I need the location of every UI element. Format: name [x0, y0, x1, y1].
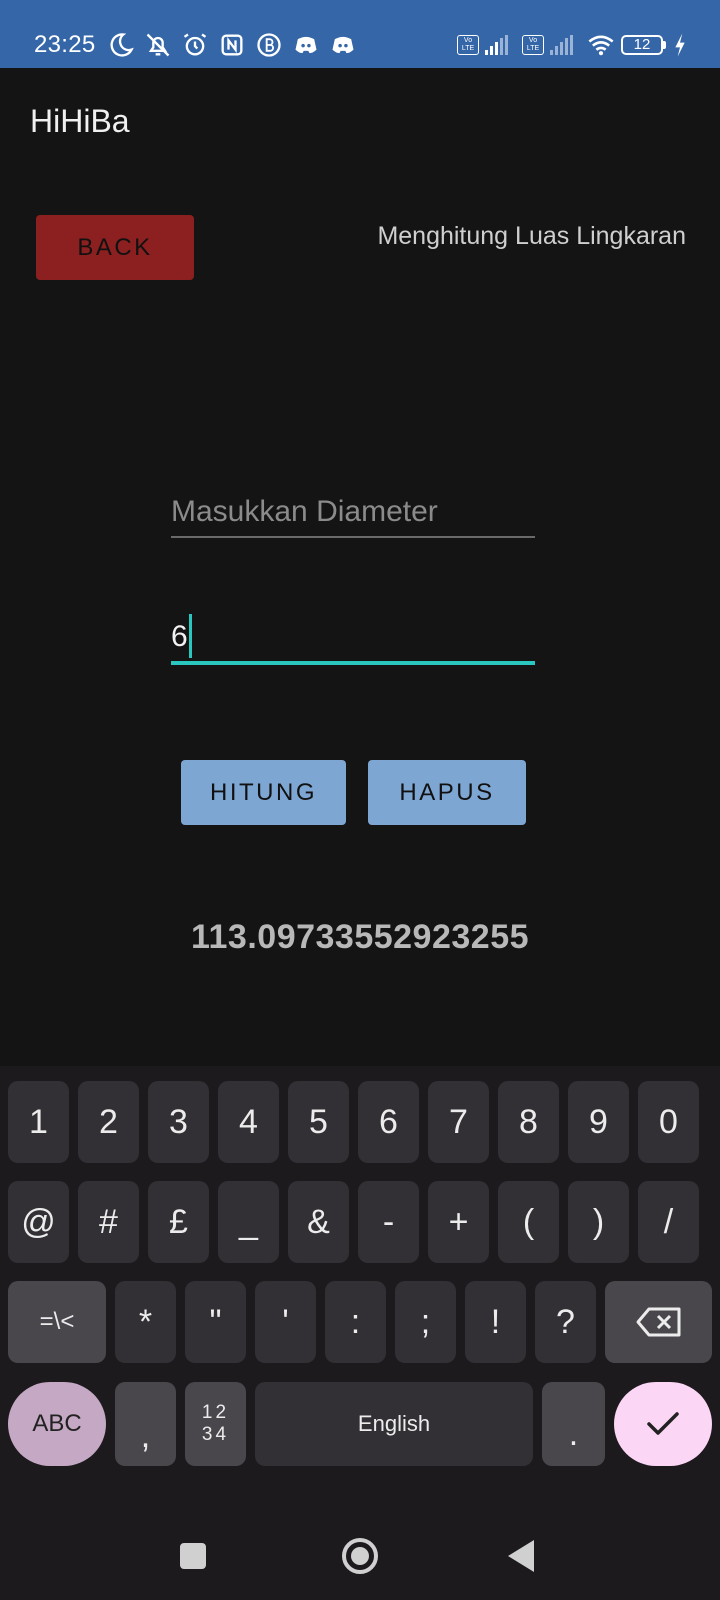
- app-title: HiHiBa: [30, 103, 130, 139]
- backspace-icon: [636, 1307, 680, 1337]
- wifi-icon: [588, 35, 614, 56]
- key-2[interactable]: 2: [78, 1081, 139, 1163]
- enter-key[interactable]: [614, 1382, 712, 1466]
- backspace-key[interactable]: [605, 1281, 712, 1363]
- status-time: 23:25: [34, 31, 96, 58]
- back-button[interactable]: BACK: [36, 215, 194, 280]
- key-4[interactable]: 4: [218, 1081, 279, 1163]
- hapus-button[interactable]: HAPUS: [368, 760, 526, 825]
- numpad-key-top: 12: [201, 1402, 230, 1423]
- key-underscore[interactable]: _: [218, 1181, 279, 1263]
- home-button[interactable]: [342, 1538, 378, 1574]
- discord-icon: [295, 36, 317, 54]
- charging-icon: [675, 33, 685, 57]
- alarm-icon: [183, 33, 207, 56]
- key-minus[interactable]: -: [358, 1181, 419, 1263]
- signal-icon: [550, 35, 573, 55]
- key-period[interactable]: .: [542, 1382, 605, 1466]
- discord-icon: [332, 36, 354, 54]
- diameter-input-value: 6: [171, 620, 188, 653]
- key-asterisk[interactable]: *: [115, 1281, 176, 1363]
- key-1[interactable]: 1: [8, 1081, 69, 1163]
- diameter-placeholder-field[interactable]: Masukkan Diameter: [171, 492, 535, 538]
- key-comma[interactable]: ,: [115, 1382, 176, 1466]
- bell-off-icon: [146, 33, 170, 57]
- key-single-quote[interactable]: ': [255, 1281, 316, 1363]
- abc-key[interactable]: ABC: [8, 1382, 106, 1466]
- page-heading: Menghitung Luas Lingkaran: [377, 222, 686, 250]
- key-open-paren[interactable]: (: [498, 1181, 559, 1263]
- key-3[interactable]: 3: [148, 1081, 209, 1163]
- text-cursor: [188, 614, 192, 658]
- key-6[interactable]: 6: [358, 1081, 419, 1163]
- key-hash[interactable]: #: [78, 1181, 139, 1263]
- key-ampersand[interactable]: &: [288, 1181, 349, 1263]
- key-9[interactable]: 9: [568, 1081, 629, 1163]
- back-nav-button[interactable]: [508, 1540, 534, 1572]
- battery-level: 12: [621, 35, 663, 55]
- volte-icon: Vo LTE: [522, 35, 544, 55]
- key-more-symbols[interactable]: =\<: [8, 1281, 106, 1363]
- notification-icons: [107, 30, 357, 60]
- diameter-placeholder: Masukkan Diameter: [171, 495, 438, 528]
- key-semicolon[interactable]: ;: [395, 1281, 456, 1363]
- check-icon: [647, 1412, 679, 1435]
- recents-button[interactable]: [180, 1543, 206, 1569]
- key-question[interactable]: ?: [535, 1281, 596, 1363]
- result-text: 113.09733552923255: [190, 918, 530, 956]
- key-8[interactable]: 8: [498, 1081, 559, 1163]
- key-at[interactable]: @: [8, 1181, 69, 1263]
- key-5[interactable]: 5: [288, 1081, 349, 1163]
- diameter-input[interactable]: 6: [171, 612, 535, 665]
- key-double-quote[interactable]: ": [185, 1281, 246, 1363]
- key-7[interactable]: 7: [428, 1081, 489, 1163]
- key-pound[interactable]: £: [148, 1181, 209, 1263]
- key-close-paren[interactable]: ): [568, 1181, 629, 1263]
- key-plus[interactable]: +: [428, 1181, 489, 1263]
- moon-icon: [110, 33, 134, 57]
- numpad-key-bottom: 34: [201, 1424, 230, 1445]
- volte-icon: Vo LTE: [457, 35, 479, 55]
- numpad-key[interactable]: 12 34: [185, 1382, 246, 1466]
- hitung-button[interactable]: HITUNG: [181, 760, 346, 825]
- nfc-icon: [221, 34, 243, 56]
- status-bar: 23:25 Vo LTE Vo LTE 12: [0, 0, 720, 68]
- signal-icon: [485, 35, 508, 55]
- system-icons: Vo LTE Vo LTE 12: [457, 30, 688, 60]
- key-slash[interactable]: /: [638, 1181, 699, 1263]
- screen: 23:25 Vo LTE Vo LTE 12 HiHiBa BACK Mengh…: [0, 0, 720, 1600]
- key-0[interactable]: 0: [638, 1081, 699, 1163]
- space-key[interactable]: English: [255, 1382, 533, 1466]
- keyboard: 1 2 3 4 5 6 7 8 9 0 @ # £ _ & - + ( ) / …: [0, 1066, 720, 1600]
- key-exclamation[interactable]: !: [465, 1281, 526, 1363]
- key-colon[interactable]: :: [325, 1281, 386, 1363]
- battery-icon: 12: [621, 35, 666, 55]
- b-app-icon: [257, 33, 281, 57]
